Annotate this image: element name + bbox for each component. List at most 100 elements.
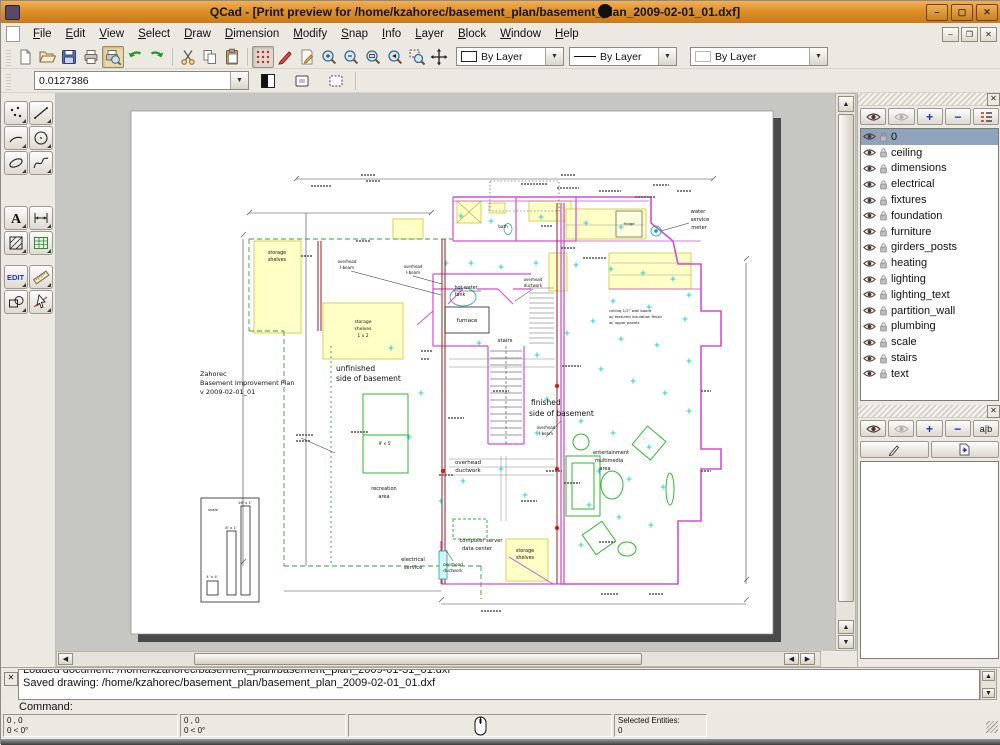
layer-row-fixtures[interactable]: fixtures xyxy=(861,192,998,208)
menu-edit[interactable]: Edit xyxy=(59,26,93,42)
layer-row-lighting_text[interactable]: lighting_text xyxy=(861,287,998,303)
zoom-window-button[interactable] xyxy=(406,46,428,68)
minimize-button[interactable]: – xyxy=(926,4,948,21)
menu-layer[interactable]: Layer xyxy=(408,26,451,42)
scroll-up-button[interactable]: ▲ xyxy=(982,671,995,681)
maximize-button[interactable]: ▢ xyxy=(951,4,973,21)
rename-block-button[interactable]: a|b xyxy=(973,420,999,437)
black-white-toggle-button[interactable] xyxy=(257,70,279,92)
print-preview-button[interactable] xyxy=(102,46,124,68)
scroll-up-button2[interactable]: ▲ xyxy=(838,620,854,634)
dimensions-tool-button[interactable] xyxy=(29,206,53,230)
circles-tool-button[interactable] xyxy=(29,126,53,150)
menu-info[interactable]: Info xyxy=(375,26,408,42)
layer-row-partition_wall[interactable]: partition_wall xyxy=(861,303,998,319)
close-icon[interactable]: ✕ xyxy=(987,405,1000,418)
canvas-vscrollbar[interactable]: ▲ ▲ ▼ xyxy=(835,93,856,651)
menu-view[interactable]: View xyxy=(92,26,131,42)
title-bar[interactable]: QCad - [Print preview for /home/kzahorec… xyxy=(1,1,1000,23)
hatches-tool-button[interactable] xyxy=(4,231,28,255)
image-tool-button[interactable] xyxy=(29,231,53,255)
layer-row-girders_posts[interactable]: girders_posts xyxy=(861,240,998,256)
mdi-close-button[interactable]: ✕ xyxy=(980,27,997,42)
mdi-minimize-button[interactable]: – xyxy=(942,27,959,42)
grid-toggle-button[interactable] xyxy=(252,46,274,68)
menu-help[interactable]: Help xyxy=(548,26,586,42)
fit-page-button[interactable] xyxy=(291,70,313,92)
save-button[interactable] xyxy=(58,46,80,68)
zoom-in-button[interactable] xyxy=(318,46,340,68)
layer-row-plumbing[interactable]: plumbing xyxy=(861,319,998,335)
pen-color-combo[interactable]: By Layer ▼ xyxy=(456,47,564,66)
text-tool-button[interactable]: A xyxy=(4,206,28,230)
resize-grip[interactable] xyxy=(986,721,998,733)
show-all-blocks-button[interactable] xyxy=(860,420,886,437)
menu-snap[interactable]: Snap xyxy=(334,26,375,42)
hscroll-thumb[interactable] xyxy=(194,653,642,665)
layer-row-dimensions[interactable]: dimensions xyxy=(861,161,998,177)
scroll-up-button[interactable]: ▲ xyxy=(838,96,854,112)
paper-scale-combo[interactable]: 0.0127386 ▼ xyxy=(34,71,249,90)
pen-linetype-combo[interactable]: By Layer ▼ xyxy=(569,47,677,66)
insert-block-button[interactable] xyxy=(931,441,1000,458)
scroll-left-button2[interactable]: ◀ xyxy=(784,653,799,665)
ellipses-tool-button[interactable] xyxy=(4,151,28,175)
select-tool-button[interactable] xyxy=(29,290,53,314)
open-button[interactable] xyxy=(36,46,58,68)
close-icon[interactable]: ✕ xyxy=(987,93,1000,106)
layer-row-ceiling[interactable]: ceiling xyxy=(861,145,998,161)
scroll-left-button[interactable]: ◀ xyxy=(58,653,73,665)
hide-all-blocks-button[interactable] xyxy=(888,420,914,437)
menu-modify[interactable]: Modify xyxy=(286,26,334,42)
block-list[interactable] xyxy=(860,461,999,659)
edit-tool-button[interactable]: EDIT xyxy=(4,265,28,289)
layer-row-heating[interactable]: heating xyxy=(861,255,998,271)
menu-file[interactable]: File xyxy=(26,26,59,42)
menu-block[interactable]: Block xyxy=(451,26,493,42)
splines-tool-button[interactable] xyxy=(29,151,53,175)
drawing-canvas[interactable]: ZahorecBasement Improvement Planv 2009-0… xyxy=(56,93,857,667)
show-all-layers-button[interactable] xyxy=(860,108,886,125)
mdi-restore-button[interactable]: ❐ xyxy=(961,27,978,42)
zoom-previous-button[interactable] xyxy=(384,46,406,68)
remove-block-button[interactable]: − xyxy=(945,420,971,437)
vscroll-thumb[interactable] xyxy=(838,114,854,602)
document-icon[interactable] xyxy=(6,26,20,42)
zoom-pan-button[interactable] xyxy=(428,46,450,68)
blocks-tool-button[interactable] xyxy=(4,290,28,314)
arcs-tool-button[interactable] xyxy=(4,126,28,150)
scroll-right-button[interactable]: ▶ xyxy=(800,653,815,665)
close-button[interactable]: ✕ xyxy=(976,4,998,21)
add-layer-button[interactable]: + xyxy=(917,108,943,125)
zoom-auto-button[interactable] xyxy=(362,46,384,68)
toolbar-handle[interactable] xyxy=(6,72,11,90)
points-tool-button[interactable] xyxy=(4,101,28,125)
scroll-down-button[interactable]: ▼ xyxy=(982,688,995,698)
cut-button[interactable] xyxy=(177,46,199,68)
draw-pen-button[interactable] xyxy=(274,46,296,68)
edit-block-button[interactable] xyxy=(860,441,929,458)
copy-button[interactable] xyxy=(199,46,221,68)
canvas-hscrollbar[interactable]: ◀ ◀ ▶ xyxy=(56,651,821,667)
add-block-button[interactable]: + xyxy=(916,420,942,437)
lines-tool-button[interactable] xyxy=(29,101,53,125)
menu-window[interactable]: Window xyxy=(493,26,548,42)
layer-row-text[interactable]: text xyxy=(861,366,998,382)
layer-row-stairs[interactable]: stairs xyxy=(861,350,998,366)
measure-tool-button[interactable] xyxy=(29,265,53,289)
menu-dimension[interactable]: Dimension xyxy=(218,26,286,42)
layer-panel-header[interactable]: ✕ xyxy=(858,93,1000,106)
paper-borders-button[interactable] xyxy=(325,70,347,92)
close-icon[interactable]: ✕ xyxy=(4,672,18,686)
undo-button[interactable] xyxy=(124,46,146,68)
edit-entity-button[interactable] xyxy=(296,46,318,68)
edit-layer-button[interactable] xyxy=(973,108,999,125)
menu-draw[interactable]: Draw xyxy=(177,26,218,42)
paste-button[interactable] xyxy=(221,46,243,68)
layer-row-foundation[interactable]: foundation xyxy=(861,208,998,224)
print-button[interactable] xyxy=(80,46,102,68)
command-input[interactable]: Command: xyxy=(1,700,1000,714)
layer-row-scale[interactable]: scale xyxy=(861,334,998,350)
menu-select[interactable]: Select xyxy=(131,26,177,42)
layer-row-lighting[interactable]: lighting xyxy=(861,271,998,287)
